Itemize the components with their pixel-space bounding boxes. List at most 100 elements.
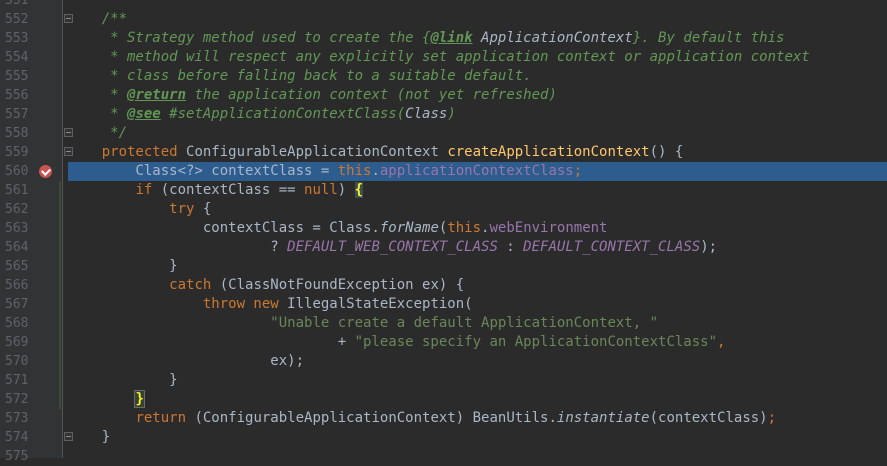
- code-token: @see: [127, 106, 161, 122]
- code-text: if (contextClass == null) {: [68, 182, 364, 199]
- code-text: */: [68, 125, 127, 142]
- code-text-area[interactable]: * @return the application context (not y…: [68, 86, 887, 105]
- code-line-567[interactable]: 567 throw new IllegalStateException(: [0, 295, 887, 314]
- code-text-area[interactable]: * Strategy method used to create the {@l…: [68, 29, 887, 48]
- code-text-area[interactable]: Class<?> contextClass = this.application…: [68, 162, 887, 181]
- gutter-cell[interactable]: 566: [0, 276, 62, 295]
- code-token: DEFAULT_CONTEXT_CLASS: [523, 239, 701, 255]
- code-text-area[interactable]: throw new IllegalStateException(: [68, 295, 887, 314]
- code-line-556[interactable]: 556 * @return the application context (n…: [0, 86, 887, 105]
- code-line-562[interactable]: 562 try {: [0, 200, 887, 219]
- code-text: * @see #setApplicationContextClass(Class…: [68, 106, 456, 123]
- gutter-cell[interactable]: 553: [0, 29, 62, 48]
- code-line-568[interactable]: 568 "Unable create a default Application…: [0, 314, 887, 333]
- code-line-574[interactable]: 574 }: [0, 428, 887, 447]
- code-token: "Unable create a default ApplicationCont…: [270, 315, 659, 331]
- gutter-cell[interactable]: 562: [0, 200, 62, 219]
- vcs-change-marker[interactable]: [59, 181, 61, 409]
- code-text: * method will respect any explicitly set…: [68, 49, 810, 66]
- code-line-560[interactable]: 560 Class<?> contextClass = this.applica…: [0, 162, 887, 181]
- code-line-559[interactable]: 559 protected ConfigurableApplicationCon…: [0, 143, 887, 162]
- gutter-cell[interactable]: 559: [0, 143, 73, 162]
- code-text-area[interactable]: */: [68, 124, 887, 143]
- code-line-570[interactable]: 570 ex);: [0, 352, 887, 371]
- line-number: 558: [5, 126, 29, 141]
- gutter-cell[interactable]: 572: [0, 390, 62, 409]
- code-text-area[interactable]: try {: [68, 200, 887, 219]
- code-line-573[interactable]: 573 return (ConfigurableApplicationConte…: [0, 409, 887, 428]
- code-text-area[interactable]: * @see #setApplicationContextClass(Class…: [68, 105, 887, 124]
- gutter-cell[interactable]: 557: [0, 105, 62, 124]
- code-line-555[interactable]: 555 * class before falling back to a sui…: [0, 67, 887, 86]
- code-token: * method will respect any explicitly set…: [68, 49, 810, 65]
- gutter-cell[interactable]: 565: [0, 257, 62, 276]
- code-line-557[interactable]: 557 * @see #setApplicationContextClass(C…: [0, 105, 887, 124]
- code-text-area[interactable]: [68, 0, 887, 10]
- code-text-area[interactable]: ex);: [68, 352, 887, 371]
- line-number: 563: [5, 221, 29, 236]
- gutter-cell[interactable]: 568: [0, 314, 62, 333]
- gutter-cell[interactable]: 555: [0, 67, 62, 86]
- code-text-area[interactable]: protected ConfigurableApplicationContext…: [68, 143, 887, 162]
- gutter-cell[interactable]: 556: [0, 86, 62, 105]
- code-text-area[interactable]: * method will respect any explicitly set…: [68, 48, 887, 67]
- line-number: 555: [5, 69, 29, 84]
- code-line-558[interactable]: 558 */: [0, 124, 887, 143]
- code-line-563[interactable]: 563 contextClass = Class.forName(this.we…: [0, 219, 887, 238]
- code-text-area[interactable]: /**: [68, 10, 887, 29]
- gutter-cell[interactable]: 554: [0, 48, 62, 67]
- code-line-553[interactable]: 553 * Strategy method used to create the…: [0, 29, 887, 48]
- code-line-569[interactable]: 569 + "please specify an ApplicationCont…: [0, 333, 887, 352]
- gutter-cell[interactable]: 558: [0, 124, 73, 143]
- code-token: (ClassNotFoundException ex) {: [219, 277, 465, 293]
- gutter-cell[interactable]: 575: [0, 447, 62, 466]
- gutter-cell[interactable]: 570: [0, 352, 62, 371]
- code-line-571[interactable]: 571 }: [0, 371, 887, 390]
- code-token: }: [68, 258, 178, 274]
- gutter-cell[interactable]: 564: [0, 238, 62, 257]
- code-token: this: [447, 220, 482, 236]
- gutter-cell[interactable]: 561: [0, 181, 62, 200]
- code-text-area[interactable]: }: [68, 428, 887, 447]
- gutter-cell[interactable]: 551: [0, 0, 62, 10]
- code-editor[interactable]: 551 552 /** 553 * Strategy method used to …: [0, 0, 887, 464]
- code-line-551[interactable]: 551: [0, 0, 887, 10]
- code-line-554[interactable]: 554 * method will respect any explicitly…: [0, 48, 887, 67]
- code-line-552[interactable]: 552 /**: [0, 10, 887, 29]
- code-line-572[interactable]: 572 }: [0, 390, 887, 409]
- gutter-cell[interactable]: 574: [0, 428, 73, 447]
- code-token: IllegalStateException(: [287, 296, 473, 312]
- code-token: /**: [68, 11, 128, 27]
- code-text-area[interactable]: [68, 447, 887, 466]
- code-text-area[interactable]: catch (ClassNotFoundException ex) {: [68, 276, 887, 295]
- gutter-cell[interactable]: 560: [0, 162, 62, 181]
- gutter-cell[interactable]: 571: [0, 371, 62, 390]
- code-text-area[interactable]: }: [68, 371, 887, 390]
- code-line-566[interactable]: 566 catch (ClassNotFoundException ex) {: [0, 276, 887, 295]
- code-token: }: [134, 390, 145, 408]
- code-text-area[interactable]: return (ConfigurableApplicationContext) …: [68, 409, 887, 428]
- code-line-564[interactable]: 564 ? DEFAULT_WEB_CONTEXT_CLASS : DEFAUL…: [0, 238, 887, 257]
- code-line-575[interactable]: 575: [0, 447, 887, 466]
- gutter-cell[interactable]: 567: [0, 295, 62, 314]
- gutter-cell[interactable]: 573: [0, 409, 62, 428]
- code-text-area[interactable]: * class before falling back to a suitabl…: [68, 67, 887, 86]
- code-text-area[interactable]: if (contextClass == null) {: [68, 181, 887, 200]
- code-line-561[interactable]: 561 if (contextClass == null) {: [0, 181, 887, 200]
- gutter-cell[interactable]: 552: [0, 10, 73, 29]
- code-line-565[interactable]: 565 }: [0, 257, 887, 276]
- code-text-area[interactable]: }: [68, 390, 887, 409]
- code-text-area[interactable]: contextClass = Class.forName(this.webEnv…: [68, 219, 887, 238]
- breakpoint-check-icon[interactable]: [39, 165, 52, 178]
- code-text-area[interactable]: "Unable create a default ApplicationCont…: [68, 314, 887, 333]
- code-text-area[interactable]: + "please specify an ApplicationContextC…: [68, 333, 887, 352]
- gutter-cell[interactable]: 569: [0, 333, 62, 352]
- code-text-area[interactable]: ? DEFAULT_WEB_CONTEXT_CLASS : DEFAULT_CO…: [68, 238, 887, 257]
- code-text-area[interactable]: }: [68, 257, 887, 276]
- gutter-cell[interactable]: 563: [0, 219, 62, 238]
